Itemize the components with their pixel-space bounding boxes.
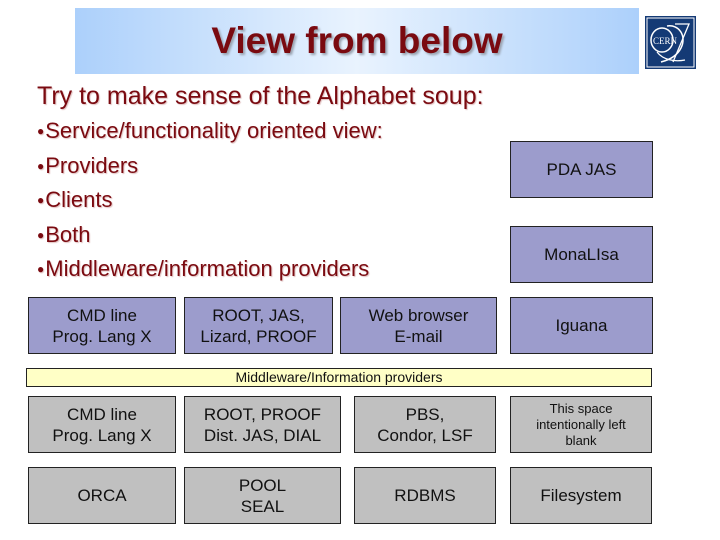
subtitle: Try to make sense of the Alphabet soup: [37, 82, 484, 110]
page-title: View from below [211, 20, 503, 61]
box-web-browser: Web browser E-mail [340, 297, 497, 354]
box-pool-seal: POOL SEAL [184, 467, 341, 524]
bullet-item: ●Clients [37, 187, 383, 222]
cern-logo: CERN [645, 16, 696, 69]
bullet-item: ●Service/functionality oriented view: [37, 118, 383, 153]
bullet-icon: ● [37, 262, 45, 277]
title-band: View from below [75, 8, 639, 74]
bullet-item: ●Both [37, 222, 383, 257]
bullet-text: Both [45, 221, 91, 247]
bullet-icon: ● [37, 158, 45, 173]
bullet-text: Middleware/information providers [45, 256, 370, 281]
box-blank-space: This space intentionally left blank [510, 396, 652, 453]
box-root-proof-provider: ROOT, PROOF Dist. JAS, DIAL [184, 396, 341, 453]
box-iguana: Iguana [510, 297, 653, 354]
box-pda-jas: PDA JAS [510, 141, 653, 198]
box-filesystem: Filesystem [510, 467, 652, 524]
box-cmd-line-client: CMD line Prog. Lang X [28, 297, 176, 354]
cern-logo-text: CERN [653, 36, 678, 46]
bullet-list: ●Service/functionality oriented view: ●P… [37, 118, 383, 291]
middleware-bar: Middleware/Information providers [26, 368, 652, 387]
box-root-jas-client: ROOT, JAS, Lizard, PROOF [184, 297, 333, 354]
bullet-icon: ● [37, 193, 45, 208]
bullet-icon: ● [37, 227, 45, 242]
bullet-text: Clients [45, 187, 113, 212]
box-pbs-condor-lsf: PBS, Condor, LSF [354, 396, 496, 453]
bullet-icon: ● [37, 124, 45, 139]
cern-logo-icon: CERN [646, 17, 695, 68]
box-monalisa: MonaLIsa [510, 226, 653, 283]
bullet-item: ●Middleware/information providers [37, 256, 383, 291]
bullet-text: Providers [45, 152, 139, 178]
box-orca: ORCA [28, 467, 176, 524]
bullet-text: Service/functionality oriented view: [45, 118, 383, 143]
box-cmd-line-provider: CMD line Prog. Lang X [28, 396, 176, 453]
bullet-item: ●Providers [37, 153, 383, 188]
box-rdbms: RDBMS [354, 467, 496, 524]
